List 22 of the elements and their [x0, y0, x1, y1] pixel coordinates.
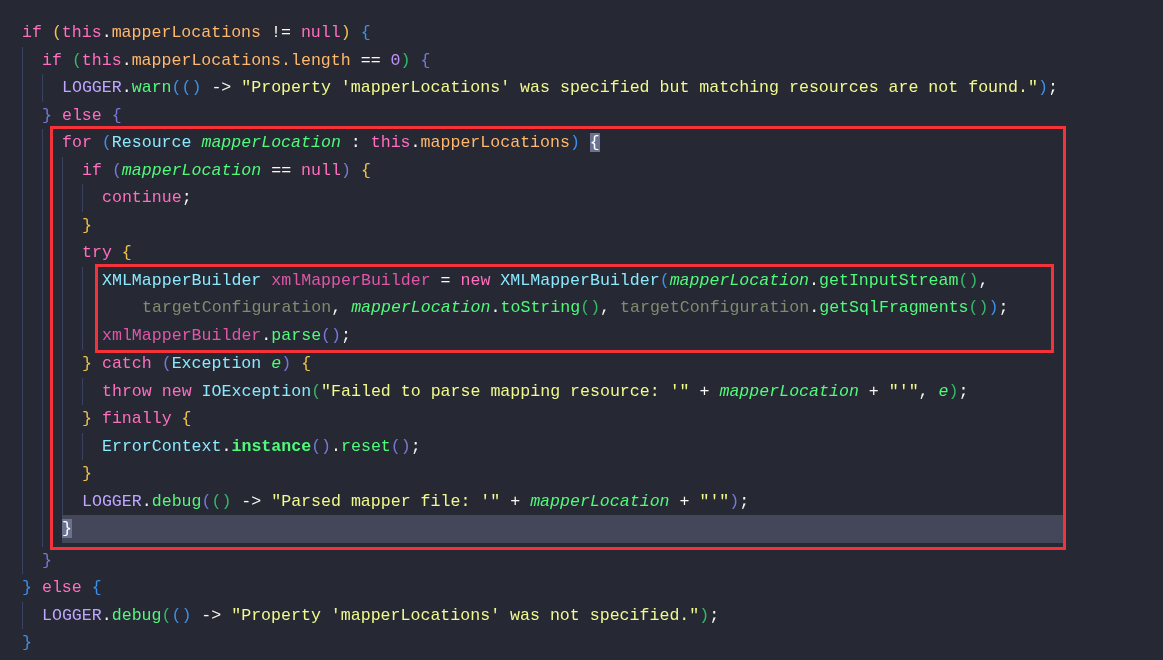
code-line: } else { — [42, 104, 123, 127]
code-line: for (Resource mapperLocation : this.mapperLocations) { — [62, 132, 601, 154]
code-line: if (mapperLocation == null) { — [82, 159, 372, 182]
code-line: LOGGER.warn(() -> "Property 'mapperLocations' was specified but matching resources are not found."); — [62, 77, 1059, 99]
code-line: } catch (Exception e) { — [82, 353, 313, 375]
code-line: } — [22, 632, 33, 654]
code-line: ErrorContext.instance().reset(); — [102, 435, 422, 458]
code-line: throw new IOException("Failed to parse mapping resource: '" + mapperLocation + "'", e); — [102, 380, 970, 403]
code-line: } — [42, 549, 53, 572]
code-line: if (this.mapperLocations != null) { — [22, 22, 372, 44]
code-line: XMLMapperBuilder xmlMapperBuilder = new XMLMapperBuilder(mapperLocation.getInputStream(), — [102, 269, 990, 292]
code-line: } else { — [22, 577, 103, 599]
code-line: xmlMapperBuilder.parse(); — [102, 324, 352, 347]
code-line: continue; — [102, 187, 193, 209]
code-line: if (this.mapperLocations.length == 0) { — [42, 49, 432, 72]
code-line: LOGGER.debug(() -> "Parsed mapper file: '" + mapperLocation + "'"); — [82, 490, 751, 513]
code-line: LOGGER.debug(() -> "Property 'mapperLocations' was not specified."); — [42, 604, 721, 627]
code-line: } — [82, 463, 93, 485]
code-line: targetConfiguration, mapperLocation.toString(), targetConfiguration.getSqlFragments()); — [141, 297, 1010, 319]
code-line: try { — [82, 242, 133, 264]
code-line: } — [82, 214, 93, 237]
code-line: } finally { — [82, 408, 193, 430]
